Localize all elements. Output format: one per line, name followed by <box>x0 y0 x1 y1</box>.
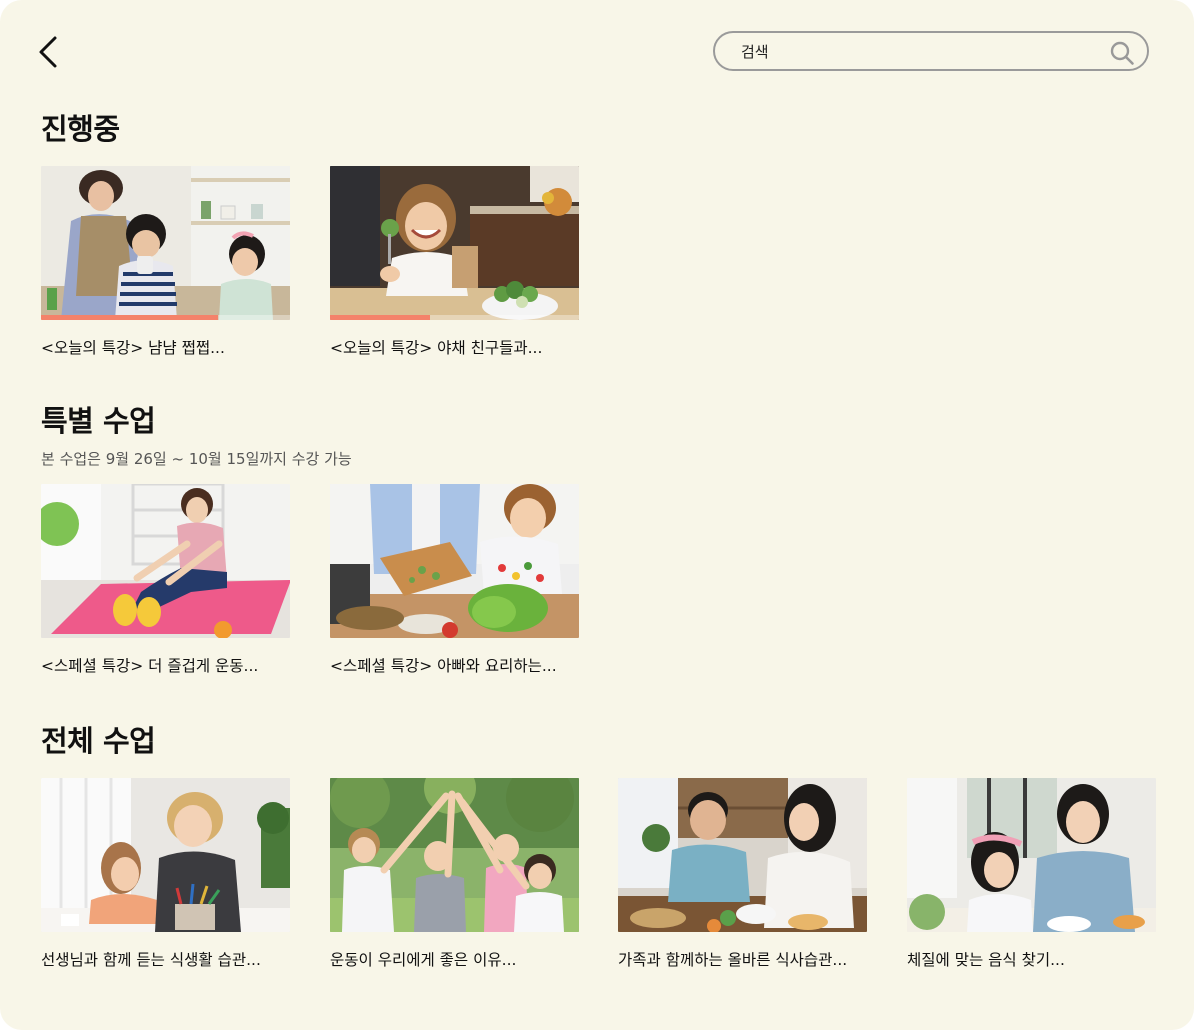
page-frame: 진행중 <box>0 0 1194 1030</box>
course-card-in-progress-1[interactable]: <오늘의 특강> 냠냠 쩝쩝... <box>41 166 290 358</box>
course-title: <스페셜 특강> 아빠와 요리하는... <box>330 657 557 675</box>
course-title: <오늘의 특강> 냠냠 쩝쩝... <box>41 339 225 357</box>
course-thumbnail <box>41 166 290 320</box>
section-title-special: 특별 수업 <box>41 404 156 438</box>
mother-kids-kitchen-image <box>41 166 290 320</box>
girl-yoga-image <box>41 484 290 638</box>
girl-broccoli-image <box>330 166 579 320</box>
section-title-all: 전체 수업 <box>41 724 156 758</box>
progress-track <box>330 315 579 320</box>
chevron-left-icon <box>39 36 57 68</box>
course-card-all-1[interactable]: 선생님과 함께 듣는 식생활 습관... <box>41 778 290 970</box>
course-thumbnail <box>41 484 290 638</box>
father-son-cooking-image <box>330 484 579 638</box>
section-title-in-progress: 진행중 <box>41 112 120 146</box>
course-card-all-4[interactable]: 체질에 맞는 음식 찾기... <box>907 778 1156 970</box>
search-bar[interactable] <box>713 31 1149 71</box>
course-thumbnail <box>330 778 579 932</box>
course-card-special-2[interactable]: <스페셜 특강> 아빠와 요리하는... <box>330 484 579 676</box>
course-card-in-progress-2[interactable]: <오늘의 특강> 야채 친구들과... <box>330 166 579 358</box>
teacher-girl-image <box>41 778 290 932</box>
course-title: <오늘의 특강> 야채 친구들과... <box>330 339 543 357</box>
course-thumbnail <box>907 778 1156 932</box>
search-icon[interactable] <box>1109 40 1135 66</box>
course-thumbnail <box>330 484 579 638</box>
progress-track <box>41 315 290 320</box>
section-subtitle-special: 본 수업은 9월 26일 ~ 10월 15일까지 수강 가능 <box>41 450 352 468</box>
course-card-special-1[interactable]: <스페셜 특강> 더 즐겁게 운동... <box>41 484 290 676</box>
course-thumbnail <box>618 778 867 932</box>
course-card-all-2[interactable]: 운동이 우리에게 좋은 이유... <box>330 778 579 970</box>
course-title: 체질에 맞는 음식 찾기... <box>907 951 1065 969</box>
course-thumbnail <box>41 778 290 932</box>
family-dinner-image <box>618 778 867 932</box>
kids-high-five-image <box>330 778 579 932</box>
course-title: 가족과 함께하는 올바른 식사습관... <box>618 951 848 969</box>
mother-daughter-meal-image <box>907 778 1156 932</box>
back-button[interactable] <box>34 34 64 70</box>
course-card-all-3[interactable]: 가족과 함께하는 올바른 식사습관... <box>618 778 867 970</box>
course-thumbnail <box>330 166 579 320</box>
progress-fill <box>41 315 218 320</box>
course-title: 운동이 우리에게 좋은 이유... <box>330 951 517 969</box>
course-title: <스페셜 특강> 더 즐겁게 운동... <box>41 657 259 675</box>
progress-fill <box>330 315 430 320</box>
course-title: 선생님과 함께 듣는 식생활 습관... <box>41 951 261 969</box>
search-input[interactable] <box>741 40 1081 64</box>
